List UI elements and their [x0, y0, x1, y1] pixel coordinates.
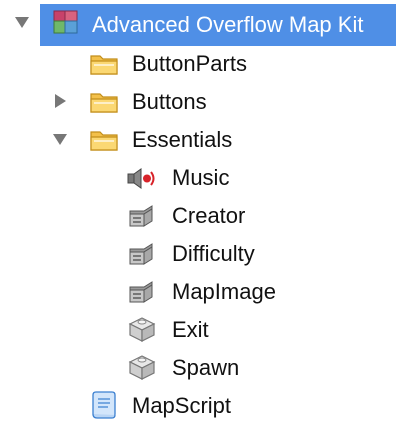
- explorer-tree: Advanced Overflow Map Kit ButtonParts Bu…: [0, 0, 396, 428]
- expand-caret-down-icon[interactable]: [14, 14, 30, 30]
- tree-item-music[interactable]: Music: [0, 160, 396, 196]
- tree-item-exit[interactable]: Exit: [0, 312, 396, 348]
- tree-item-label: Spawn: [172, 355, 240, 380]
- expand-caret-down-icon[interactable]: [52, 131, 68, 147]
- tree-item-label: Buttons: [132, 89, 207, 114]
- sound-icon: [126, 164, 158, 192]
- folder-icon: [88, 50, 120, 78]
- tree-item-label: Advanced Overflow Map Kit: [92, 12, 364, 37]
- tree-item-difficulty[interactable]: Difficulty: [0, 236, 396, 272]
- part-icon: [126, 315, 158, 343]
- tree-item-spawn[interactable]: Spawn: [0, 350, 396, 386]
- expand-caret-right-icon[interactable]: [52, 93, 68, 109]
- tree-item-mapimage[interactable]: MapImage: [0, 274, 396, 310]
- script-icon: [88, 391, 120, 419]
- tree-item-label: Exit: [172, 317, 209, 342]
- part-icon: [126, 353, 158, 381]
- tree-item-buttonparts[interactable]: ButtonParts: [0, 46, 396, 82]
- model-icon: [50, 8, 82, 36]
- value-icon: [126, 202, 158, 230]
- tree-item-mapscript[interactable]: MapScript: [0, 388, 396, 424]
- tree-item-essentials[interactable]: Essentials: [0, 122, 396, 158]
- tree-item-buttons[interactable]: Buttons: [0, 84, 396, 120]
- tree-item-label: MapScript: [132, 393, 232, 418]
- tree-item-label: Essentials: [132, 127, 233, 152]
- value-icon: [126, 278, 158, 306]
- tree-item-creator[interactable]: Creator: [0, 198, 396, 234]
- tree-item-label: Creator: [172, 203, 246, 228]
- folder-icon: [88, 88, 120, 116]
- folder-icon: [88, 126, 120, 154]
- tree-item-label: ButtonParts: [132, 51, 247, 76]
- tree-item-label: MapImage: [172, 279, 276, 304]
- tree-item-label: Difficulty: [172, 241, 255, 266]
- value-icon: [126, 240, 158, 268]
- tree-item-advanced-overflow-map-kit[interactable]: Advanced Overflow Map Kit: [0, 4, 396, 46]
- tree-item-label: Music: [172, 165, 230, 190]
